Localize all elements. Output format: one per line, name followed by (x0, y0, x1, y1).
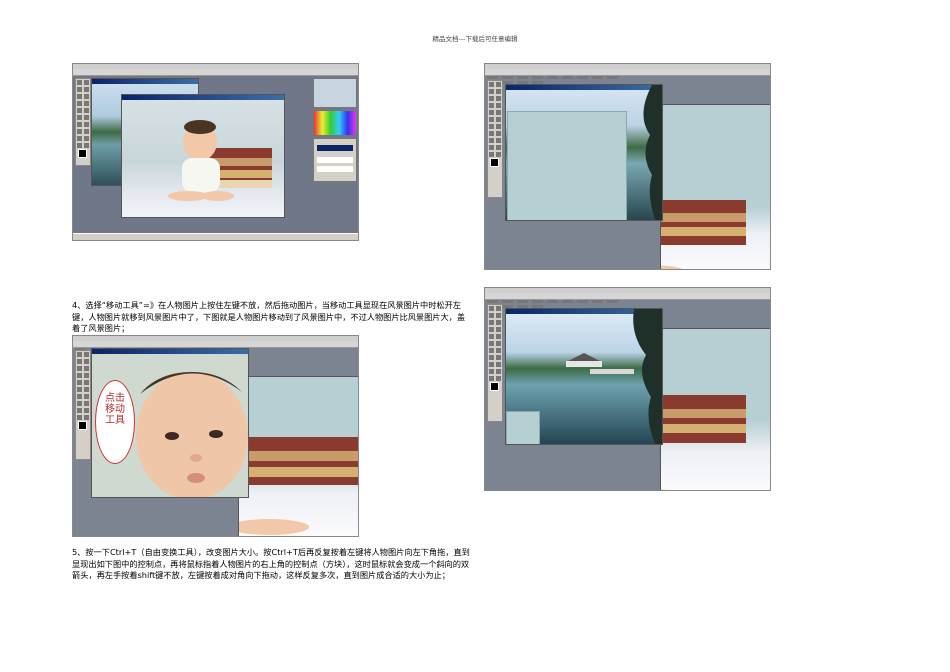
screenshot-top-right (484, 63, 771, 270)
toolbox (75, 350, 91, 460)
toolbox (75, 78, 91, 166)
options-bar (73, 341, 358, 356)
baby-photo (661, 200, 746, 269)
portrait-canvas (660, 328, 770, 490)
landscape-window (505, 308, 663, 445)
color-swatch (78, 149, 87, 158)
baby-photo (661, 395, 746, 490)
step5-paragraph: 5、按一下Ctrl+T（自由变换工具），改变图片大小。按Ctrl+T后再反复按着… (72, 547, 470, 580)
portrait-canvas (660, 104, 770, 269)
color-swatch (490, 158, 499, 167)
step4-paragraph: 4、选择“移动工具”=》在人物图片上按住左键不放，然后拖动图片，当移动工具显现在… (72, 300, 466, 333)
portrait-layer (507, 111, 627, 220)
options-bar (485, 69, 770, 84)
page-header-note: 精品文档---下载后可任意编辑 (432, 35, 518, 43)
taskbar (73, 233, 358, 240)
screenshot-mid-right (484, 287, 771, 491)
landscape-window (505, 84, 663, 221)
options-bar (485, 293, 770, 308)
toolbox (487, 80, 503, 198)
portrait-window (121, 94, 285, 218)
layers-panel (313, 138, 357, 182)
portrait-layer-resized (506, 411, 540, 444)
tree-silhouette (643, 85, 662, 220)
blanket-photo (239, 437, 358, 535)
color-swatch (78, 421, 87, 430)
toolbox (487, 304, 503, 422)
navigator-panel (313, 78, 357, 108)
color-swatch (490, 382, 499, 391)
color-panel (313, 110, 357, 136)
baby-photo (168, 120, 272, 201)
screenshot-top-left (72, 63, 359, 241)
options-bar (73, 69, 358, 84)
portrait-canvas (238, 376, 358, 536)
screenshot-mid-left: 点击移动工具 (72, 335, 359, 537)
move-tool-callout: 点击移动工具 (95, 380, 135, 464)
